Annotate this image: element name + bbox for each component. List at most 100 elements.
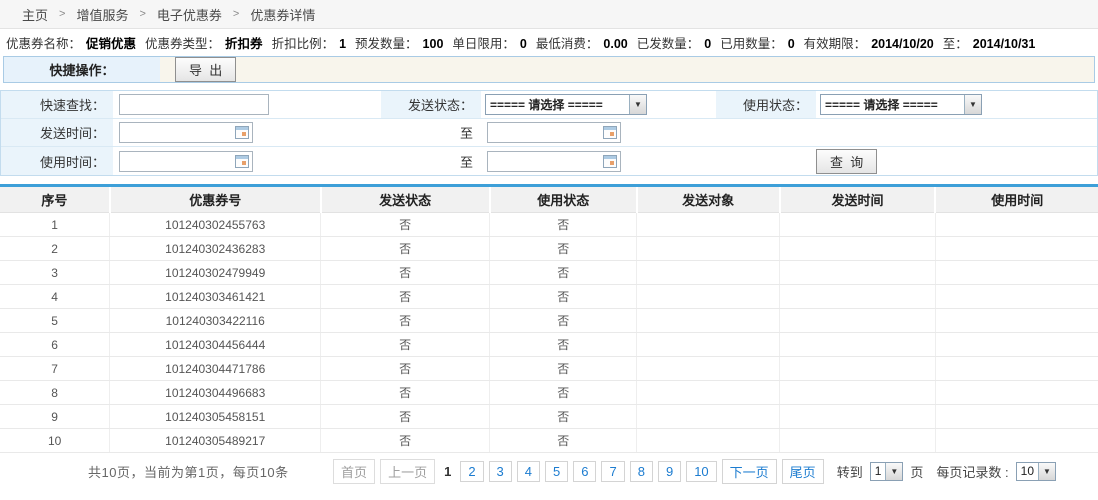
cell-coupon-no: 101240303461421 bbox=[110, 285, 321, 309]
info-field-label: 有效期限： bbox=[804, 37, 867, 51]
info-field: 折扣比例：1 bbox=[272, 33, 346, 52]
breadcrumb: 主页 > 增值服务 > 电子优惠券 > 优惠券详情 bbox=[0, 0, 1098, 29]
cell-send-time bbox=[780, 237, 936, 261]
cell-send-status: 否 bbox=[321, 261, 490, 285]
use-time-to-label: 至 bbox=[381, 147, 481, 175]
page-link-8[interactable]: 8 bbox=[630, 461, 653, 482]
cell-coupon-no: 101240303422116 bbox=[110, 309, 321, 333]
page-link-6[interactable]: 6 bbox=[573, 461, 596, 482]
info-field-label: 最低消费： bbox=[536, 37, 599, 51]
pagination-bar: 共10页，当前为第1页，每页10条 首页 上一页 1 2345678910 下一… bbox=[0, 456, 1098, 486]
table-row: 4101240303461421否否 bbox=[0, 285, 1098, 309]
breadcrumb-separator: > bbox=[233, 8, 239, 20]
page-link-9[interactable]: 9 bbox=[658, 461, 681, 482]
page-link-10[interactable]: 10 bbox=[686, 461, 716, 482]
info-field-value: 2014/10/31 bbox=[973, 37, 1036, 51]
cell-use-time bbox=[935, 213, 1098, 237]
page-link-5[interactable]: 5 bbox=[545, 461, 568, 482]
cell-send-status: 否 bbox=[321, 357, 490, 381]
breadcrumb-item-value-added-services[interactable]: 增值服务 bbox=[76, 5, 128, 24]
search-button[interactable]: 查 询 bbox=[816, 149, 877, 174]
cell-send-target bbox=[637, 237, 780, 261]
col-header-coupon-no: 优惠券号 bbox=[110, 186, 321, 213]
cell-use-status: 否 bbox=[490, 213, 637, 237]
cell-use-status: 否 bbox=[490, 237, 637, 261]
table-row: 7101240304471786否否 bbox=[0, 357, 1098, 381]
cell-coupon-no: 101240302479949 bbox=[110, 261, 321, 285]
info-field-label: 优惠券名称： bbox=[6, 37, 81, 51]
info-field-label: 至： bbox=[943, 37, 968, 51]
quick-find-input[interactable] bbox=[119, 94, 269, 115]
filter-row-1: 快速查找： 发送状态： ===== 请选择 ===== ▼ 使用状态： ====… bbox=[1, 91, 1097, 119]
info-field: 已用数量：0 bbox=[720, 33, 794, 52]
breadcrumb-item-home[interactable]: 主页 bbox=[22, 5, 48, 24]
cell-use-time bbox=[935, 381, 1098, 405]
cell-use-status: 否 bbox=[490, 357, 637, 381]
page-link-3[interactable]: 3 bbox=[489, 461, 512, 482]
calendar-icon[interactable] bbox=[603, 126, 617, 139]
cell-send-status: 否 bbox=[321, 285, 490, 309]
cell-use-status: 否 bbox=[490, 285, 637, 309]
calendar-icon[interactable] bbox=[235, 155, 249, 168]
use-time-to-input[interactable] bbox=[488, 152, 620, 171]
export-button[interactable]: 导 出 bbox=[175, 57, 236, 82]
cell-seq: 8 bbox=[0, 381, 110, 405]
table-row: 6101240304456444否否 bbox=[0, 333, 1098, 357]
info-field-label: 单日限用： bbox=[452, 37, 515, 51]
cell-seq: 9 bbox=[0, 405, 110, 429]
cell-coupon-no: 101240305458151 bbox=[110, 405, 321, 429]
prev-page-button[interactable]: 上一页 bbox=[380, 459, 435, 484]
page-link-4[interactable]: 4 bbox=[517, 461, 540, 482]
page-link-2[interactable]: 2 bbox=[460, 461, 483, 482]
goto-page-select[interactable]: 1 ▼ bbox=[870, 462, 904, 481]
use-time-from-input[interactable] bbox=[120, 152, 252, 171]
per-page-select-value: 10 bbox=[1017, 464, 1038, 478]
cell-send-target bbox=[637, 333, 780, 357]
cell-send-target bbox=[637, 381, 780, 405]
quick-action-bar: 快捷操作： 导 出 bbox=[3, 56, 1095, 83]
cell-use-time bbox=[935, 429, 1098, 453]
col-header-seq: 序号 bbox=[0, 186, 110, 213]
cell-send-status: 否 bbox=[321, 309, 490, 333]
coupon-table: 序号 优惠券号 发送状态 使用状态 发送对象 发送时间 使用时间 1101240… bbox=[0, 184, 1098, 453]
table-row: 9101240305458151否否 bbox=[0, 405, 1098, 429]
calendar-icon[interactable] bbox=[235, 126, 249, 139]
send-time-label: 发送时间： bbox=[1, 119, 113, 146]
cell-coupon-no: 101240304496683 bbox=[110, 381, 321, 405]
cell-send-status: 否 bbox=[321, 405, 490, 429]
use-status-label: 使用状态： bbox=[716, 91, 816, 118]
cell-coupon-no: 101240302436283 bbox=[110, 237, 321, 261]
last-page-button[interactable]: 尾页 bbox=[782, 459, 824, 484]
table-row: 8101240304496683否否 bbox=[0, 381, 1098, 405]
info-field-label: 已用数量： bbox=[720, 37, 783, 51]
next-page-button[interactable]: 下一页 bbox=[722, 459, 777, 484]
cell-send-target bbox=[637, 429, 780, 453]
cell-use-time bbox=[935, 285, 1098, 309]
send-status-select[interactable]: ===== 请选择 ===== ▼ bbox=[485, 94, 647, 115]
cell-send-target bbox=[637, 213, 780, 237]
chevron-down-icon: ▼ bbox=[629, 95, 646, 114]
goto-page-suffix-label: 页 bbox=[910, 462, 923, 481]
table-row: 3101240302479949否否 bbox=[0, 261, 1098, 285]
info-field: 优惠券名称：促销优惠 bbox=[6, 33, 136, 52]
info-field-value: 100 bbox=[423, 37, 444, 51]
current-page-indicator: 1 bbox=[444, 464, 451, 479]
cell-send-time bbox=[780, 405, 936, 429]
calendar-icon[interactable] bbox=[603, 155, 617, 168]
cell-use-time bbox=[935, 357, 1098, 381]
cell-use-status: 否 bbox=[490, 261, 637, 285]
per-page-select[interactable]: 10 ▼ bbox=[1016, 462, 1056, 481]
col-header-send-status: 发送状态 bbox=[321, 186, 490, 213]
cell-send-status: 否 bbox=[321, 237, 490, 261]
send-time-to-input[interactable] bbox=[488, 123, 620, 142]
use-status-select[interactable]: ===== 请选择 ===== ▼ bbox=[820, 94, 982, 115]
table-row: 1101240302455763否否 bbox=[0, 213, 1098, 237]
page-link-7[interactable]: 7 bbox=[601, 461, 624, 482]
cell-send-target bbox=[637, 309, 780, 333]
table-header-row: 序号 优惠券号 发送状态 使用状态 发送对象 发送时间 使用时间 bbox=[0, 186, 1098, 213]
send-time-from-input[interactable] bbox=[120, 123, 252, 142]
breadcrumb-item-e-coupon[interactable]: 电子优惠券 bbox=[157, 5, 222, 24]
first-page-button[interactable]: 首页 bbox=[333, 459, 375, 484]
cell-use-status: 否 bbox=[490, 429, 637, 453]
cell-coupon-no: 101240304471786 bbox=[110, 357, 321, 381]
